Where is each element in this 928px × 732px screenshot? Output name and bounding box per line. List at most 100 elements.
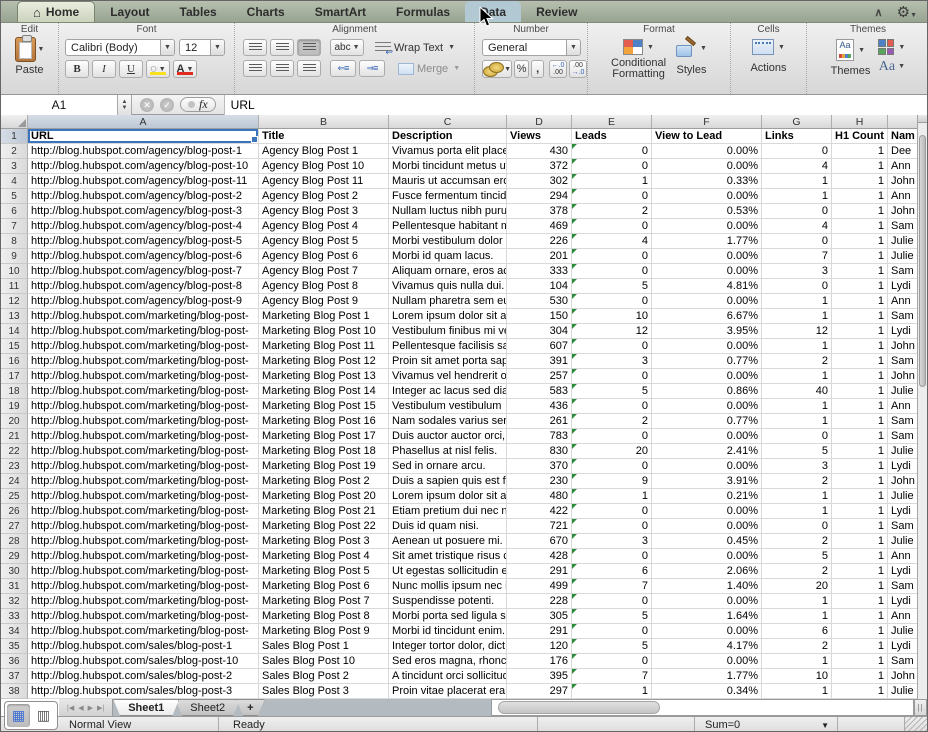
bold-button[interactable]: B xyxy=(65,60,89,78)
row-number[interactable]: 18 xyxy=(1,384,28,399)
cell[interactable]: View to Lead xyxy=(652,129,762,144)
tab-home[interactable]: ⌂Home xyxy=(17,1,95,22)
cell[interactable]: 0 xyxy=(572,294,652,309)
cell[interactable]: 2.06% xyxy=(652,564,762,579)
cell[interactable]: Julie xyxy=(888,384,919,399)
cell[interactable]: Sam xyxy=(888,219,919,234)
cell[interactable]: 1 xyxy=(832,354,888,369)
cell[interactable]: Nullam luctus nibh puru xyxy=(389,204,507,219)
cell[interactable]: Vivamus vel hendrerit o xyxy=(389,369,507,384)
column-header-B[interactable]: B xyxy=(259,115,389,128)
cell[interactable]: 291 xyxy=(507,624,572,639)
cell[interactable]: 0.00% xyxy=(652,189,762,204)
cell[interactable]: 150 xyxy=(507,309,572,324)
cell[interactable]: 1 xyxy=(832,624,888,639)
cell[interactable]: http://blog.hubspot.com/marketing/blog-p… xyxy=(28,414,259,429)
cell[interactable]: Nunc mollis ipsum nec i xyxy=(389,579,507,594)
cell[interactable]: 1 xyxy=(832,459,888,474)
cell[interactable]: 1 xyxy=(832,249,888,264)
cell[interactable]: 0 xyxy=(572,519,652,534)
cell[interactable]: Marketing Blog Post 17 xyxy=(259,429,389,444)
row-number[interactable]: 4 xyxy=(1,174,28,189)
cell[interactable]: 305 xyxy=(507,609,572,624)
comma-button[interactable]: , xyxy=(531,60,544,78)
cell[interactable]: Agency Blog Post 3 xyxy=(259,204,389,219)
themes-button[interactable]: Aa ▼ Themes xyxy=(831,39,871,77)
cell[interactable]: 0 xyxy=(572,219,652,234)
name-box-stepper[interactable]: ▲▼ xyxy=(118,95,132,115)
row-number[interactable]: 19 xyxy=(1,399,28,414)
cell[interactable]: 4 xyxy=(762,219,832,234)
cell[interactable]: Marketing Blog Post 19 xyxy=(259,459,389,474)
cell[interactable]: 0 xyxy=(762,279,832,294)
cell[interactable]: Marketing Blog Post 16 xyxy=(259,414,389,429)
cell[interactable]: 104 xyxy=(507,279,572,294)
cell[interactable]: http://blog.hubspot.com/agency/blog-post… xyxy=(28,249,259,264)
row-number[interactable]: 30 xyxy=(1,564,28,579)
cell[interactable]: 20 xyxy=(762,579,832,594)
cell[interactable]: http://blog.hubspot.com/marketing/blog-p… xyxy=(28,324,259,339)
cell[interactable]: 1 xyxy=(832,429,888,444)
cell[interactable]: http://blog.hubspot.com/marketing/blog-p… xyxy=(28,564,259,579)
cell[interactable]: 1 xyxy=(832,414,888,429)
cell[interactable]: 1 xyxy=(832,294,888,309)
window-resize-grip[interactable] xyxy=(905,717,927,732)
row-number[interactable]: 16 xyxy=(1,354,28,369)
cell[interactable]: Vivamus quis nulla dui. xyxy=(389,279,507,294)
cell[interactable]: 1 xyxy=(832,369,888,384)
row-number[interactable]: 25 xyxy=(1,489,28,504)
cell[interactable]: 2 xyxy=(762,534,832,549)
cell[interactable]: Agency Blog Post 4 xyxy=(259,219,389,234)
cell[interactable]: 1 xyxy=(832,189,888,204)
cell[interactable]: Ann xyxy=(888,549,919,564)
cell[interactable]: 1 xyxy=(572,684,652,699)
cell[interactable]: Description xyxy=(389,129,507,144)
cell[interactable]: Nullam pharetra sem eu xyxy=(389,294,507,309)
cell[interactable]: Pellentesque facilisis sa xyxy=(389,339,507,354)
cell[interactable]: 1 xyxy=(832,264,888,279)
horizontal-scrollbar-thumb[interactable] xyxy=(498,701,660,714)
cell[interactable]: 3.91% xyxy=(652,474,762,489)
cell[interactable]: URL xyxy=(28,129,259,144)
sheet-tab-sheet2[interactable]: Sheet2 xyxy=(175,699,240,716)
increase-decimal-button[interactable]: .00→.0 xyxy=(569,60,587,78)
cell[interactable]: Ann xyxy=(888,294,919,309)
cell[interactable]: Sam xyxy=(888,579,919,594)
cell[interactable]: 0.00% xyxy=(652,264,762,279)
cell[interactable]: 499 xyxy=(507,579,572,594)
cell[interactable]: John xyxy=(888,369,919,384)
cell[interactable]: Etiam pretium dui nec n xyxy=(389,504,507,519)
cell[interactable]: 1 xyxy=(762,609,832,624)
cell[interactable]: 395 xyxy=(507,669,572,684)
cell[interactable]: 1 xyxy=(762,399,832,414)
cell[interactable]: Agency Blog Post 8 xyxy=(259,279,389,294)
cell[interactable]: Vestibulum vestibulum xyxy=(389,399,507,414)
cell[interactable]: 0.00% xyxy=(652,549,762,564)
cell[interactable]: 2 xyxy=(572,414,652,429)
cell[interactable]: Agency Blog Post 5 xyxy=(259,234,389,249)
cell[interactable]: Lydi xyxy=(888,564,919,579)
row-number[interactable]: 33 xyxy=(1,609,28,624)
cell[interactable]: Fusce fermentum tincid xyxy=(389,189,507,204)
cell[interactable]: 0.86% xyxy=(652,384,762,399)
cell[interactable]: Sam xyxy=(888,309,919,324)
cell[interactable]: Sit amet tristique risus c xyxy=(389,549,507,564)
cell[interactable]: H1 Count xyxy=(832,129,888,144)
cell[interactable]: 1.77% xyxy=(652,669,762,684)
row-number[interactable]: 27 xyxy=(1,519,28,534)
cell[interactable]: 4.81% xyxy=(652,279,762,294)
cell[interactable]: http://blog.hubspot.com/agency/blog-post… xyxy=(28,234,259,249)
row-number[interactable]: 21 xyxy=(1,429,28,444)
cell[interactable]: http://blog.hubspot.com/agency/blog-post… xyxy=(28,294,259,309)
cell[interactable]: 1 xyxy=(762,594,832,609)
insert-function-button[interactable]: fx xyxy=(180,97,216,112)
column-header-F[interactable]: F xyxy=(652,115,762,128)
column-header-A[interactable]: A xyxy=(28,115,259,128)
cell[interactable]: 480 xyxy=(507,489,572,504)
cell[interactable]: 0 xyxy=(572,159,652,174)
cell[interactable]: Duis a sapien quis est f xyxy=(389,474,507,489)
cell[interactable]: Sales Blog Post 10 xyxy=(259,654,389,669)
horizontal-scrollbar[interactable] xyxy=(491,699,914,716)
cell[interactable]: Marketing Blog Post 3 xyxy=(259,534,389,549)
row-number[interactable]: 12 xyxy=(1,294,28,309)
